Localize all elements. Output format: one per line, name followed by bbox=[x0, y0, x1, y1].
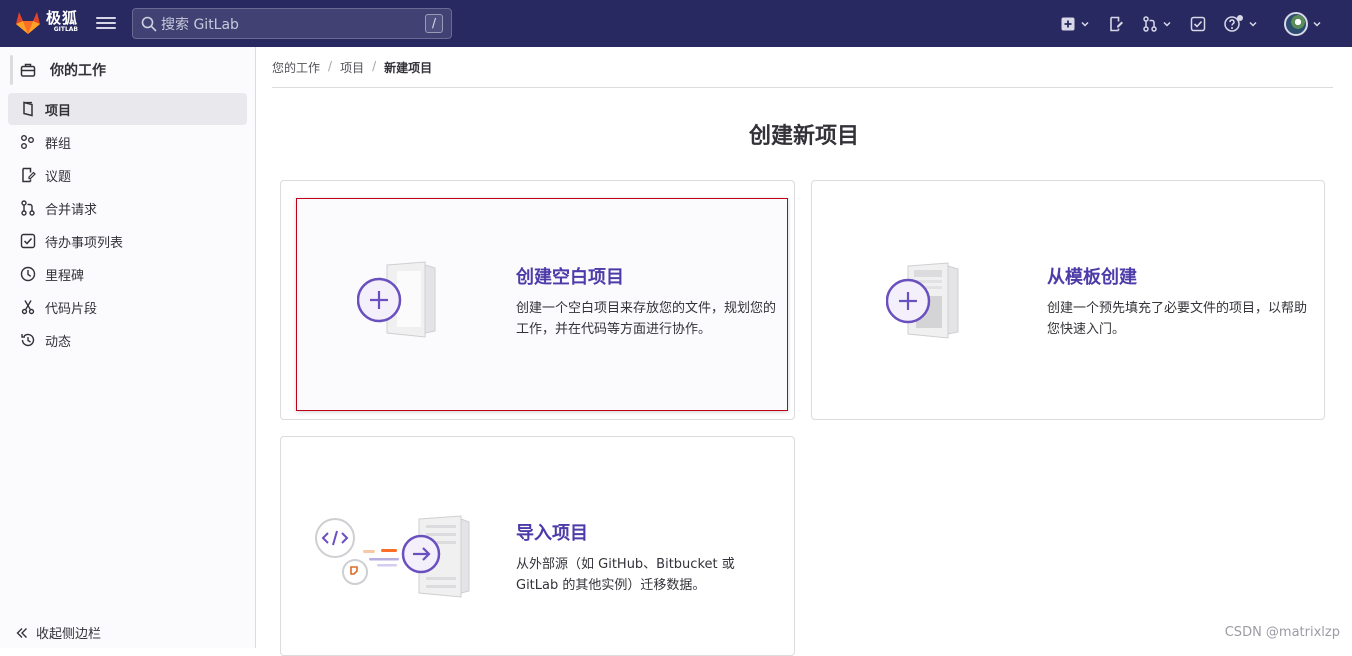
sidebar-item-merge-requests[interactable]: 合并请求 bbox=[8, 192, 247, 224]
issues-icon bbox=[20, 167, 36, 183]
sidebar-item-todos[interactable]: 待办事项列表 bbox=[8, 225, 247, 257]
clock-icon bbox=[20, 266, 36, 282]
sidebar-nav: 项目 群组 议题 合并请求 bbox=[8, 93, 247, 357]
sidebar-item-label: 议题 bbox=[45, 166, 71, 185]
card-title-import-project: 导入项目 bbox=[516, 519, 588, 545]
card-desc-from-template: 创建一个预先填充了必要文件的项目，以帮助您快速入门。 bbox=[1047, 298, 1315, 340]
blank-project-illustration-icon bbox=[357, 259, 439, 341]
todo-icon bbox=[20, 233, 36, 249]
card-title-from-template: 从模板创建 bbox=[1047, 263, 1137, 289]
sidebar-item-label: 群组 bbox=[45, 133, 71, 152]
import-project-card[interactable]: 导入项目 从外部源（如 GitHub、Bitbucket 或 GitLab 的其… bbox=[280, 436, 795, 656]
breadcrumb: 您的工作 / 项目 / 新建项目 bbox=[272, 59, 1333, 88]
scissors-icon bbox=[20, 299, 36, 315]
watermark: CSDN @matrixlzp bbox=[1225, 625, 1340, 640]
sidebar-item-issues[interactable]: 议题 bbox=[8, 159, 247, 191]
sidebar-header-label: 你的工作 bbox=[50, 60, 106, 80]
history-icon bbox=[20, 332, 36, 348]
breadcrumb-separator: / bbox=[372, 59, 376, 73]
user-menu-dropdown[interactable] bbox=[1284, 12, 1322, 36]
avatar bbox=[1284, 12, 1308, 36]
sidebar: 你的工作 项目 群组 议题 bbox=[0, 47, 256, 648]
breadcrumb-link-projects[interactable]: 项目 bbox=[340, 59, 364, 76]
fox-logo-icon bbox=[14, 9, 42, 35]
card-desc-import-project: 从外部源（如 GitHub、Bitbucket 或 GitLab 的其他实例）迁… bbox=[516, 554, 756, 596]
collapse-sidebar-label: 收起侧边栏 bbox=[36, 623, 101, 642]
todo-button[interactable] bbox=[1190, 16, 1206, 32]
breadcrumb-link-your-work[interactable]: 您的工作 bbox=[272, 59, 320, 76]
chevron-down-icon bbox=[1162, 19, 1172, 29]
sidebar-item-label: 代码片段 bbox=[45, 298, 97, 317]
chevron-double-left-icon bbox=[16, 627, 28, 639]
sidebar-item-label: 合并请求 bbox=[45, 199, 97, 218]
sidebar-item-label: 里程碑 bbox=[45, 265, 84, 284]
new-item-dropdown[interactable] bbox=[1060, 16, 1090, 32]
card-desc-blank-project: 创建一个空白项目来存放您的文件，规划您的工作，并在代码等方面进行协作。 bbox=[516, 298, 784, 340]
sidebar-item-projects[interactable]: 项目 bbox=[8, 93, 247, 125]
merge-request-icon bbox=[1142, 16, 1158, 32]
search-input[interactable]: 搜索 GitLab / bbox=[132, 8, 452, 39]
card-title-blank-project: 创建空白项目 bbox=[516, 263, 624, 289]
chevron-down-icon bbox=[1080, 19, 1090, 29]
top-navbar: 极狐 GITLAB 搜索 GitLab / bbox=[0, 0, 1352, 47]
plus-square-icon bbox=[1060, 16, 1076, 32]
sidebar-item-label: 待办事项列表 bbox=[45, 232, 123, 251]
group-icon bbox=[20, 134, 36, 150]
issues-button[interactable] bbox=[1108, 16, 1124, 32]
sidebar-context-header[interactable]: 你的工作 bbox=[10, 55, 246, 85]
briefcase-icon bbox=[20, 62, 36, 78]
template-illustration-icon bbox=[886, 260, 970, 342]
search-shortcut-key: / bbox=[425, 14, 443, 33]
page-title: 创建新项目 bbox=[256, 118, 1352, 150]
gitlab-logo[interactable]: 极狐 GITLAB bbox=[14, 9, 78, 35]
create-blank-project-highlight[interactable]: 创建空白项目 创建一个空白项目来存放您的文件，规划您的工作，并在代码等方面进行协… bbox=[296, 198, 788, 411]
collapse-sidebar-button[interactable]: 收起侧边栏 bbox=[16, 623, 101, 642]
chevron-down-icon bbox=[1248, 19, 1258, 29]
logo-subtext: GITLAB bbox=[46, 27, 78, 33]
logo-text: 极狐 bbox=[46, 11, 78, 26]
breadcrumb-separator: / bbox=[328, 59, 332, 73]
issues-icon bbox=[1108, 16, 1124, 32]
merge-request-icon bbox=[20, 200, 36, 216]
merge-requests-dropdown[interactable] bbox=[1142, 16, 1172, 32]
help-icon bbox=[1224, 15, 1244, 33]
todo-icon bbox=[1190, 16, 1206, 32]
sidebar-item-activity[interactable]: 动态 bbox=[8, 324, 247, 356]
project-icon bbox=[20, 101, 36, 117]
sidebar-item-snippets[interactable]: 代码片段 bbox=[8, 291, 247, 323]
sidebar-item-label: 动态 bbox=[45, 331, 71, 350]
sidebar-item-label: 项目 bbox=[45, 100, 71, 119]
hamburger-menu-icon[interactable] bbox=[96, 14, 116, 32]
breadcrumb-current[interactable]: 新建项目 bbox=[384, 59, 432, 76]
chevron-down-icon bbox=[1312, 19, 1322, 29]
create-from-template-card[interactable]: 从模板创建 创建一个预先填充了必要文件的项目，以帮助您快速入门。 bbox=[811, 180, 1325, 420]
import-illustration-icon bbox=[311, 513, 471, 603]
search-placeholder: 搜索 GitLab bbox=[161, 14, 239, 34]
sidebar-item-groups[interactable]: 群组 bbox=[8, 126, 247, 158]
sidebar-item-milestones[interactable]: 里程碑 bbox=[8, 258, 247, 290]
help-dropdown[interactable] bbox=[1224, 15, 1258, 33]
search-icon bbox=[141, 16, 157, 32]
